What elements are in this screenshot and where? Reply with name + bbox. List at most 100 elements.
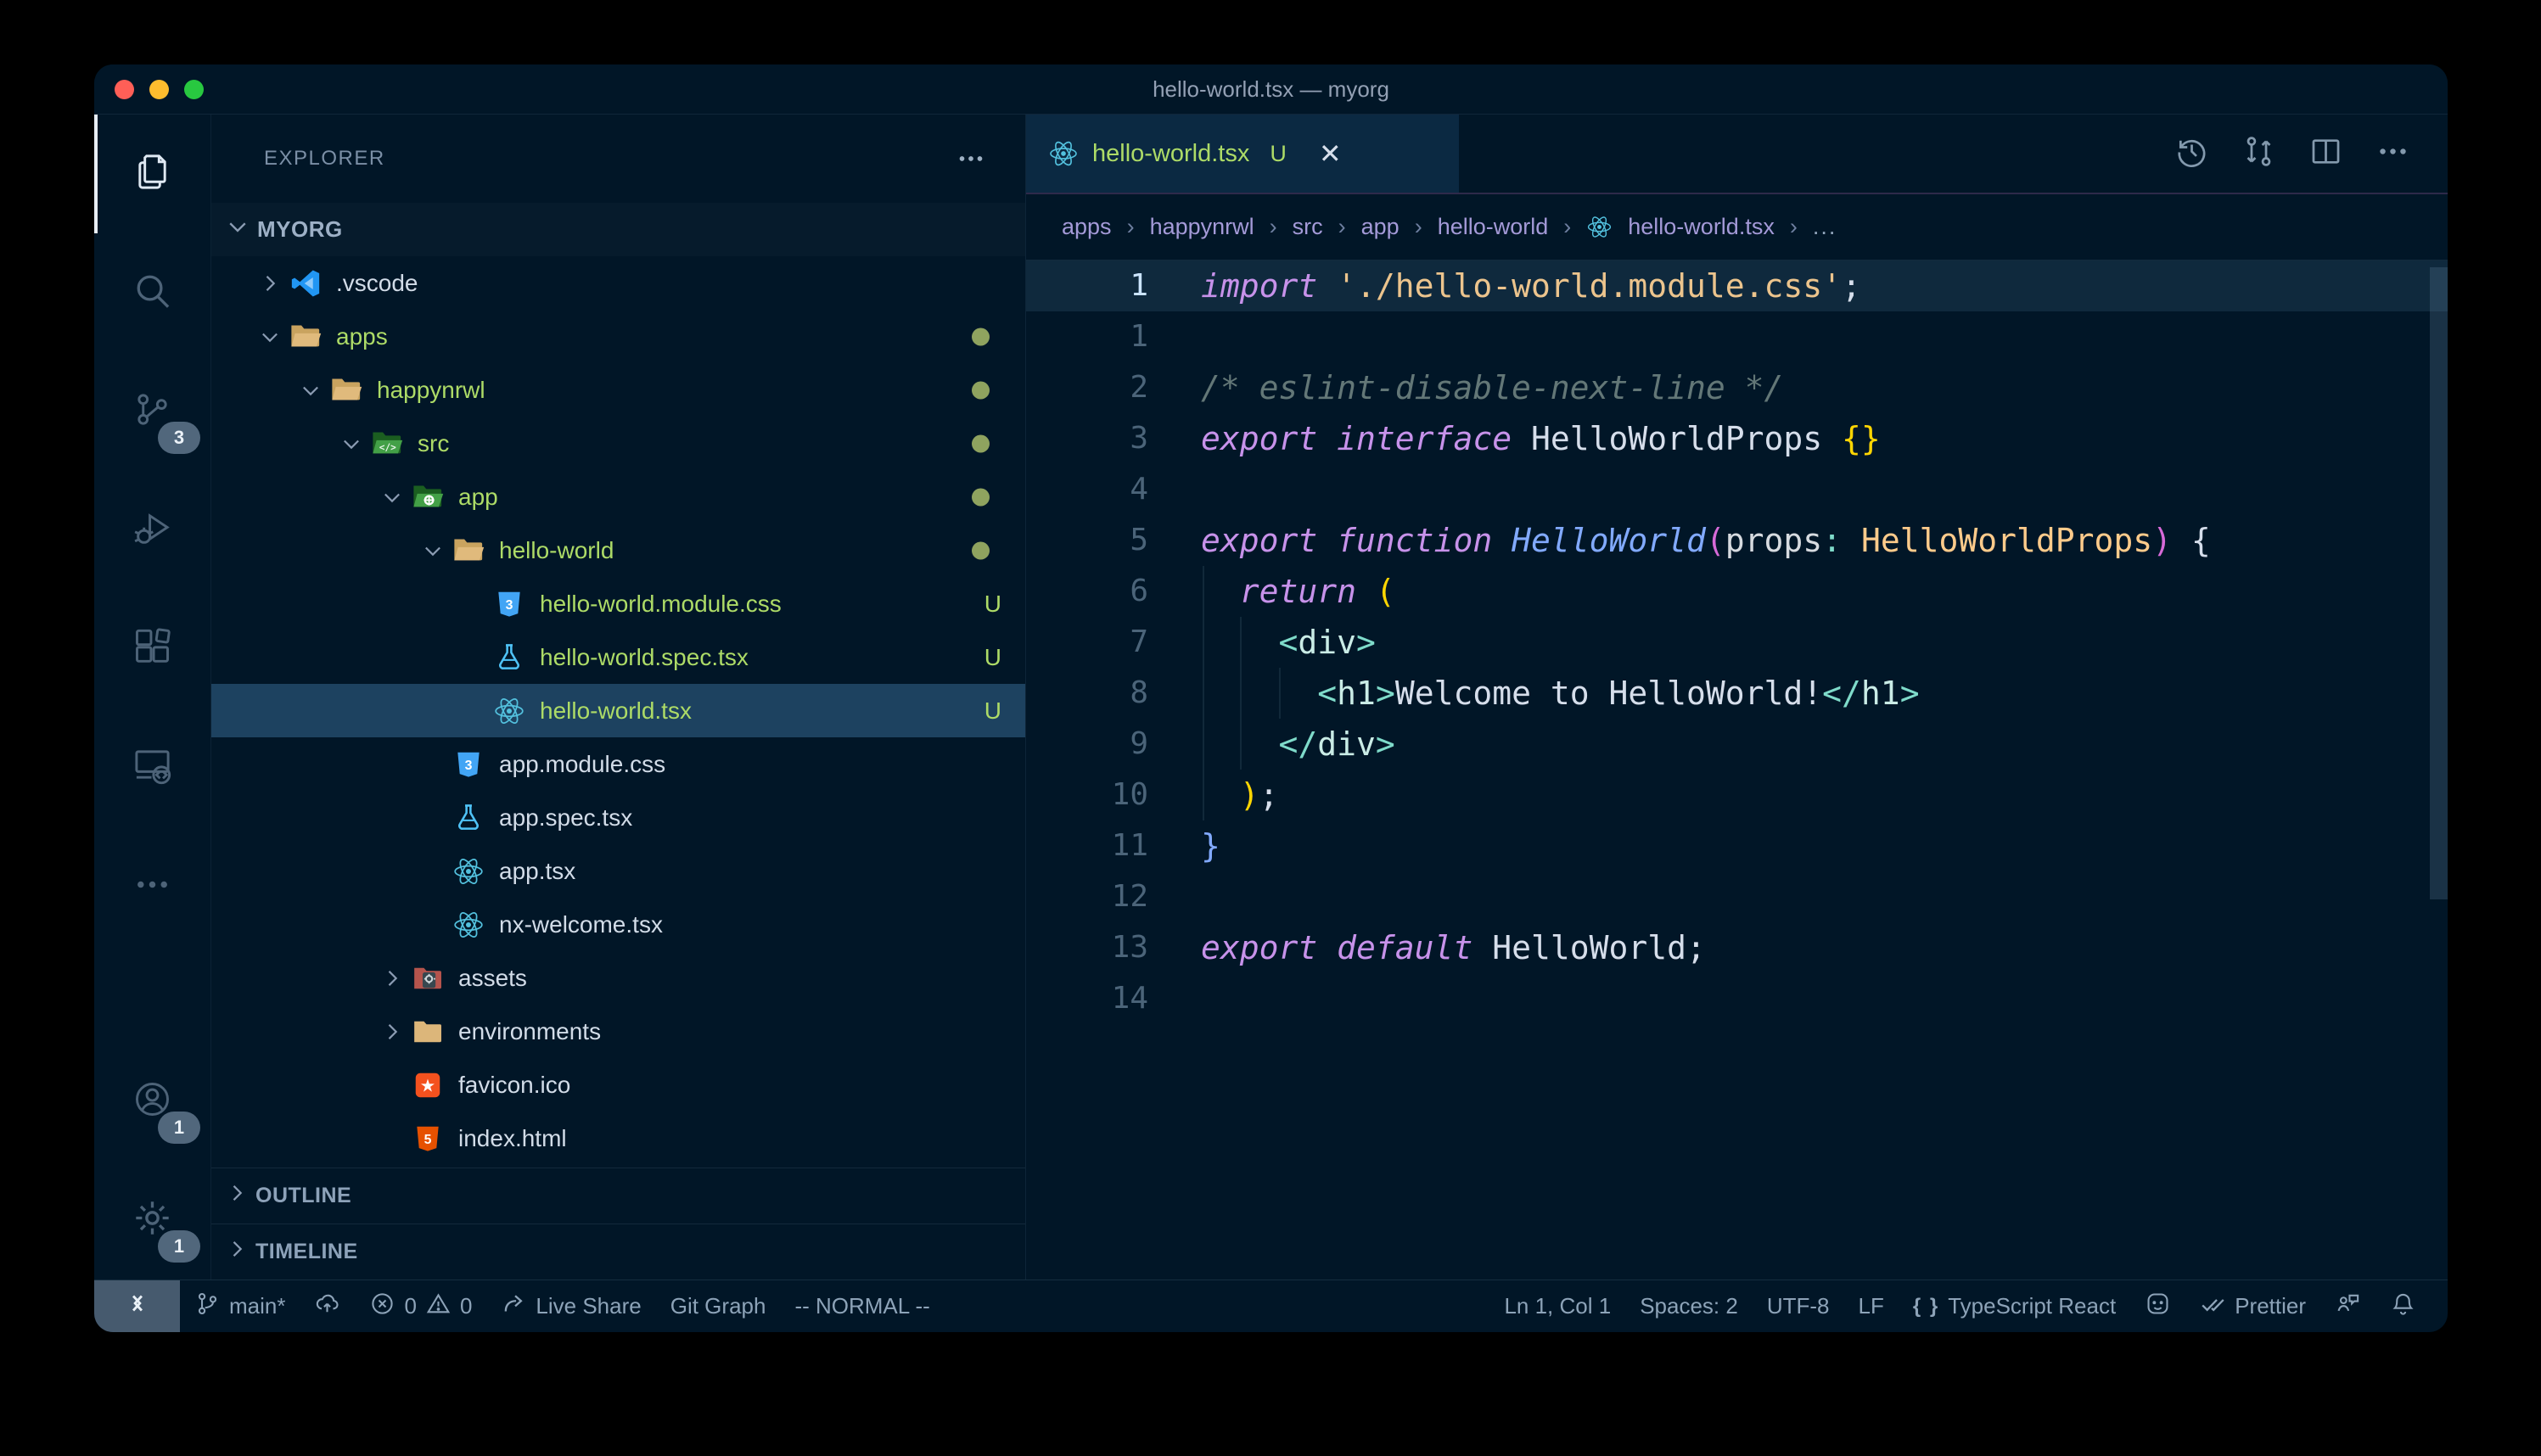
split-editor-icon[interactable] <box>2308 134 2343 173</box>
chevron-down-icon <box>332 432 371 456</box>
breadcrumb-src[interactable]: src <box>1293 214 1323 240</box>
tree-item-label: .vscode <box>336 270 418 297</box>
tree-item-label: hello-world <box>499 537 614 564</box>
window-title: hello-world.tsx — myorg <box>94 76 2448 103</box>
code-token <box>1842 522 1861 559</box>
tree-item-hello-world-module-css[interactable]: 3hello-world.module.cssU <box>211 577 1025 630</box>
code-token: : <box>1822 522 1842 559</box>
workbench: 3 11 EXPLORER MYORG .vscodeappshappynrwl… <box>94 115 2448 1280</box>
tree-item-label: app.tsx <box>499 858 575 885</box>
tree-item-hello-world-spec-tsx[interactable]: hello-world.spec.tsxU <box>211 630 1025 684</box>
tree-item-happynrwl[interactable]: happynrwl <box>211 363 1025 417</box>
sidebar-section-label: TIMELINE <box>255 1240 358 1264</box>
line-number: 13 <box>1026 922 1201 973</box>
tree-item-app-spec-tsx[interactable]: app.spec.tsx <box>211 791 1025 844</box>
activity-explorer[interactable] <box>94 115 210 233</box>
status-remote-indicator[interactable] <box>94 1280 180 1332</box>
tree-item-vscode[interactable]: .vscode <box>211 256 1025 310</box>
tree-item-hello-world-tsx[interactable]: hello-world.tsxU <box>211 684 1025 737</box>
desktop-background: hello-world.tsx — myorg 3 11 EXPLORER MY… <box>0 0 2541 1456</box>
code-line-content: export default HelloWorld; <box>1201 922 1706 973</box>
status-cursor-position[interactable]: Ln 1, Col 1 <box>1489 1280 1625 1332</box>
tree-item-environments[interactable]: environments <box>211 1005 1025 1058</box>
status-item-label: main* <box>229 1293 285 1319</box>
code-line: 7 <div> <box>1026 617 2448 668</box>
breadcrumb-hello-world[interactable]: hello-world <box>1438 214 1549 240</box>
breadcrumb-hello-world-tsx[interactable]: hello-world.tsx <box>1628 214 1775 240</box>
status-language-mode[interactable]: { }TypeScript React <box>1899 1280 2130 1332</box>
status-indentation[interactable]: Spaces: 2 <box>1625 1280 1753 1332</box>
folder-src-icon: </> <box>371 428 403 460</box>
status-encoding[interactable]: UTF-8 <box>1753 1280 1844 1332</box>
status-problems[interactable]: 00 <box>355 1280 486 1332</box>
status-git-branch[interactable]: main* <box>180 1280 300 1332</box>
double-check-icon <box>2200 1291 2226 1323</box>
tree-item-hello-world[interactable]: hello-world <box>211 524 1025 577</box>
close-window-button[interactable] <box>115 80 134 99</box>
tab-hello-world-tsx[interactable]: hello-world.tsx U ✕ <box>1026 115 1459 193</box>
history-icon[interactable] <box>2174 134 2209 173</box>
close-tab-icon[interactable]: ✕ <box>1319 137 1342 170</box>
activity-accounts[interactable]: 1 <box>94 1042 210 1161</box>
breadcrumb-happynrwl[interactable]: happynrwl <box>1150 214 1254 240</box>
workspace-root-row[interactable]: MYORG <box>211 203 1025 256</box>
live-share-icon <box>501 1291 527 1323</box>
tree-item-app-tsx[interactable]: app.tsx <box>211 844 1025 898</box>
vscode-window: hello-world.tsx — myorg 3 11 EXPLORER MY… <box>94 64 2448 1332</box>
activity-source-control[interactable]: 3 <box>94 352 210 471</box>
breadcrumb-app[interactable]: app <box>1361 214 1400 240</box>
code-token: ) <box>1240 776 1259 814</box>
explorer-sidebar: EXPLORER MYORG .vscodeappshappynrwl</>sr… <box>211 115 1026 1280</box>
status-notifications[interactable] <box>2376 1280 2431 1332</box>
code-editor[interactable]: 1import './hello-world.module.css';12/* … <box>1026 260 2448 1280</box>
tree-item-app[interactable]: app <box>211 470 1025 524</box>
more-icon[interactable] <box>2376 134 2410 173</box>
braces-icon: { } <box>1913 1295 1939 1319</box>
status-prettier[interactable]: Prettier <box>2185 1280 2320 1332</box>
tree-item-nx-welcome-tsx[interactable]: nx-welcome.tsx <box>211 898 1025 951</box>
code-line-content: export interface HelloWorldProps {} <box>1201 413 1881 464</box>
activity-settings[interactable]: 1 <box>94 1161 210 1280</box>
code-token: import <box>1201 267 1317 305</box>
status-feedback[interactable] <box>2320 1280 2376 1332</box>
line-number: 6 <box>1026 566 1201 617</box>
status-git-graph[interactable]: Git Graph <box>656 1280 781 1332</box>
status-live-share[interactable]: Live Share <box>486 1280 655 1332</box>
code-token: HelloWorldProps <box>1861 522 2152 559</box>
tree-item-favicon-ico[interactable]: ★favicon.ico <box>211 1058 1025 1112</box>
chevron-right-icon <box>225 1181 249 1211</box>
explorer-more-actions-button[interactable] <box>956 143 986 174</box>
activity-bar-bottom: 11 <box>94 1042 210 1280</box>
tree-item-index-html[interactable]: 5index.html <box>211 1112 1025 1165</box>
compare-icon[interactable] <box>2241 134 2276 173</box>
workspace-root-label: MYORG <box>257 216 343 243</box>
activity-run-and-debug[interactable] <box>94 471 210 590</box>
activity-search[interactable] <box>94 233 210 352</box>
code-token: {} <box>1842 420 1881 457</box>
status-vim-mode[interactable]: -- NORMAL -- <box>780 1280 944 1332</box>
code-token: div <box>1317 725 1376 763</box>
status-octoface[interactable] <box>2130 1280 2185 1332</box>
sidebar-section-timeline[interactable]: TIMELINE <box>211 1224 1025 1280</box>
breadcrumb-separator: › <box>1415 214 1422 240</box>
tree-item-assets[interactable]: assets <box>211 951 1025 1005</box>
activity-remote-explorer[interactable] <box>94 708 210 827</box>
activity-more-views[interactable] <box>94 827 210 946</box>
code-token <box>1201 776 1240 814</box>
sidebar-section-outline[interactable]: OUTLINE <box>211 1168 1025 1224</box>
tree-item-apps[interactable]: apps <box>211 310 1025 363</box>
breadcrumb-apps[interactable]: apps <box>1062 214 1112 240</box>
tree-item-app-module-css[interactable]: 3app.module.css <box>211 737 1025 791</box>
folder-app-icon <box>412 481 444 513</box>
activity-extensions[interactable] <box>94 590 210 708</box>
tree-item-label: src <box>418 430 449 457</box>
minimize-window-button[interactable] <box>149 80 169 99</box>
code-token <box>1201 624 1279 661</box>
code-token: < <box>1279 624 1299 661</box>
status-publish-changes[interactable] <box>300 1280 355 1332</box>
chevron-right-icon <box>225 1237 249 1267</box>
zoom-window-button[interactable] <box>184 80 204 99</box>
editor-scrollbar[interactable] <box>2430 267 2448 899</box>
tree-item-src[interactable]: </> src <box>211 417 1025 470</box>
status-eol[interactable]: LF <box>1844 1280 1899 1332</box>
